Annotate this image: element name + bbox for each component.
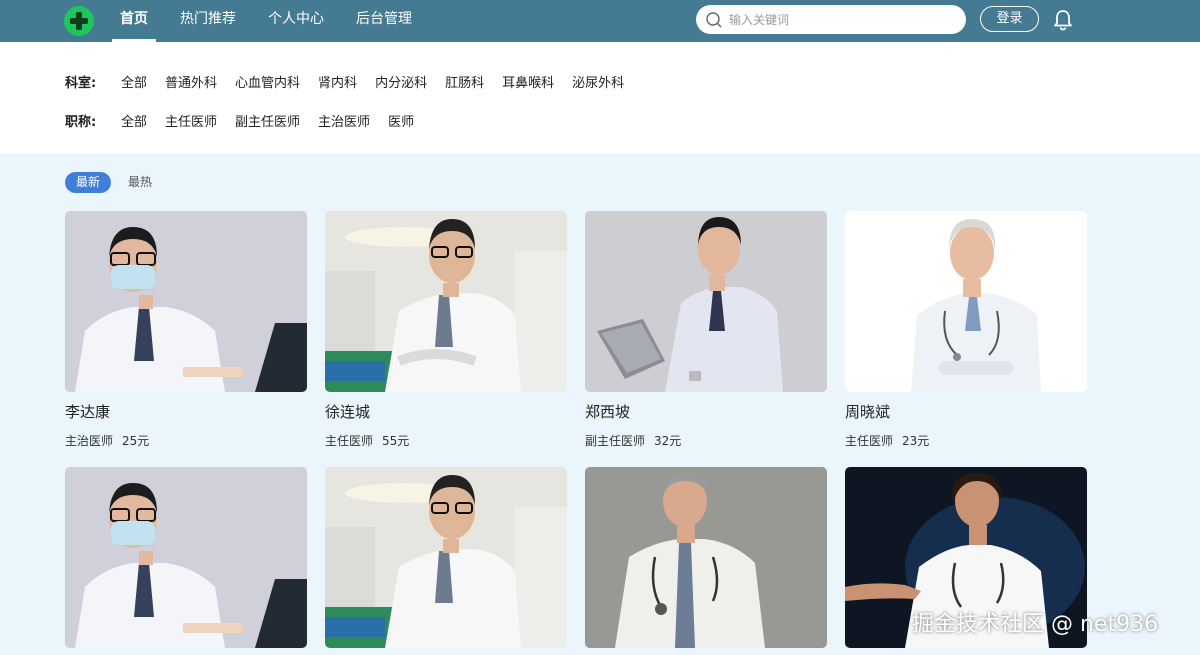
top-nav-bar: 首页 热门推荐 个人中心 后台管理 登录	[0, 0, 1200, 42]
search-box	[696, 5, 966, 34]
department-option-general-surgery[interactable]: 普通外科	[165, 72, 217, 91]
doctor-photo	[845, 211, 1087, 392]
nav-hot-recommend[interactable]: 热门推荐	[180, 0, 236, 42]
title-option-attending[interactable]: 主治医师	[318, 111, 370, 130]
title-option-associate-chief[interactable]: 副主任医师	[235, 111, 300, 130]
doctor-title: 主治医师	[65, 434, 114, 448]
doctor-name: 徐连城	[325, 403, 371, 421]
title-label: 职称:	[65, 114, 97, 130]
watermark: 掘金技术社区 @ net936	[912, 612, 1159, 637]
doctor-price: 32元	[654, 434, 682, 448]
main-nav: 首页 热门推荐 个人中心 后台管理	[112, 0, 444, 42]
login-button[interactable]: 登录	[980, 6, 1039, 32]
department-option-ent[interactable]: 耳鼻喉科	[502, 72, 554, 91]
department-filter: 科室: 全部 普通外科 心血管内科 肾内科 内分泌科 肛肠科 耳鼻喉科 泌尿外科	[65, 70, 642, 92]
title-option-chief-physician[interactable]: 主任医师	[165, 111, 217, 130]
department-option-urology[interactable]: 泌尿外科	[572, 72, 624, 91]
doctor-meta: 主任医师 23元	[845, 432, 929, 449]
doctor-price: 55元	[382, 434, 410, 448]
nav-home[interactable]: 首页	[112, 0, 156, 42]
department-option-nephrology[interactable]: 肾内科	[318, 72, 357, 91]
logo-icon[interactable]	[64, 6, 94, 36]
doctor-name: 周晓斌	[845, 403, 891, 421]
doctor-meta: 主任医师 55元	[325, 432, 409, 449]
nav-admin[interactable]: 后台管理	[356, 0, 412, 42]
doctor-meta: 主治医师 25元	[65, 432, 149, 449]
doctor-photo	[65, 211, 307, 392]
sort-toggle: 最新 最热	[65, 172, 169, 193]
department-label: 科室:	[65, 75, 97, 91]
title-option-physician[interactable]: 医师	[388, 111, 414, 130]
doctor-name: 郑西坡	[585, 403, 631, 421]
department-option-endocrinology[interactable]: 内分泌科	[375, 72, 427, 91]
sort-newest-button[interactable]: 最新	[65, 172, 112, 193]
doctor-price: 23元	[902, 434, 930, 448]
doctor-price: 25元	[122, 434, 150, 448]
doctor-title: 主任医师	[845, 434, 894, 448]
doctor-meta: 副主任医师 32元	[585, 432, 681, 449]
search-icon	[706, 12, 722, 28]
department-option-proctology[interactable]: 肛肠科	[445, 72, 484, 91]
doctor-title: 主任医师	[325, 434, 374, 448]
title-option-all[interactable]: 全部	[121, 111, 147, 130]
title-filter: 职称: 全部 主任医师 副主任医师 主治医师 医师	[65, 109, 432, 131]
filter-panel: 科室: 全部 普通外科 心血管内科 肾内科 内分泌科 肛肠科 耳鼻喉科 泌尿外科…	[0, 42, 1200, 154]
bell-icon[interactable]	[1053, 9, 1073, 31]
doctor-photo	[585, 467, 827, 648]
doctor-name: 李达康	[65, 403, 111, 421]
doctor-photo	[585, 211, 827, 392]
doctor-title: 副主任医师	[585, 434, 646, 448]
nav-personal-center[interactable]: 个人中心	[268, 0, 324, 42]
doctor-photo	[325, 211, 567, 392]
department-option-all[interactable]: 全部	[121, 72, 147, 91]
search-input[interactable]	[729, 9, 954, 30]
department-option-cardiology[interactable]: 心血管内科	[235, 72, 300, 91]
doctor-photo	[65, 467, 307, 648]
doctor-photo	[325, 467, 567, 648]
sort-hottest-button[interactable]: 最热	[117, 172, 163, 193]
